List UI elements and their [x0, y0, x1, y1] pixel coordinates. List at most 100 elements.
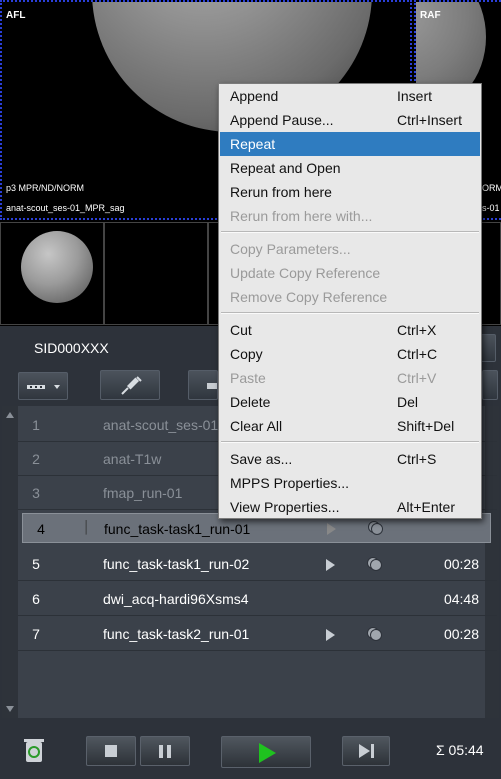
series-stack-icon	[368, 521, 383, 535]
cursor-icon: │	[83, 520, 91, 534]
menu-item-repeat-and-open[interactable]: Repeat and Open	[220, 156, 480, 180]
menu-item-shortcut: Ctrl+S	[397, 451, 437, 467]
pause-icon-bar	[167, 745, 171, 758]
menu-item-label: MPPS Properties...	[230, 475, 350, 491]
menu-item-paste[interactable]: Paste Ctrl+V	[220, 366, 480, 390]
thumbnail-1[interactable]	[0, 222, 104, 325]
pause-button[interactable]	[140, 736, 190, 766]
context-menu: Append Insert Append Pause... Ctrl+Insert …	[218, 83, 482, 519]
menu-item-label: Paste	[230, 370, 266, 386]
menu-item-append-pause[interactable]: Append Pause... Ctrl+Insert	[220, 108, 480, 132]
menu-item-shortcut: Ctrl+V	[397, 370, 437, 386]
play-icon[interactable]	[327, 523, 336, 535]
thumbnail-2[interactable]	[104, 222, 208, 325]
menu-item-mpps-properties[interactable]: MPPS Properties...	[220, 471, 480, 495]
play-icon	[259, 743, 276, 763]
menu-item-cut[interactable]: Cut Ctrl+X	[220, 318, 480, 342]
stop-icon	[105, 745, 117, 757]
menu-item-repeat[interactable]: Repeat	[220, 132, 480, 156]
menu-item-label: Append	[230, 88, 279, 104]
pause-icon	[159, 745, 163, 758]
menu-item-shortcut: Ctrl+X	[397, 322, 437, 338]
menu-item-save-as[interactable]: Save as... Ctrl+S	[220, 447, 480, 471]
menu-item-clear-all[interactable]: Clear All Shift+Del	[220, 414, 480, 438]
skip-next-icon	[359, 744, 370, 758]
stop-button[interactable]	[86, 736, 136, 766]
menu-item-label: Update Copy Reference	[230, 265, 381, 281]
series-stack-icon	[367, 557, 382, 571]
menu-item-append[interactable]: Append Insert	[220, 84, 480, 108]
panel-options-button[interactable]	[480, 334, 496, 362]
toolbar-extra-button[interactable]	[482, 370, 498, 400]
protocol-duration: 00:28	[443, 626, 479, 642]
menu-item-shortcut: Del	[397, 394, 419, 410]
menu-item-label: Cut	[230, 322, 252, 338]
series-name: anat-scout_ses-01_MPR_sag	[6, 203, 125, 213]
skip-next-button[interactable]	[342, 736, 390, 766]
scroll-up-icon[interactable]	[6, 412, 14, 418]
menu-item-label: Copy	[230, 346, 263, 362]
series-name: s-01	[482, 203, 500, 213]
menu-item-copy-parameters[interactable]: Copy Parameters...	[220, 237, 480, 261]
row-number: 7	[32, 626, 40, 642]
skip-next-bar	[371, 744, 374, 758]
menu-item-label: Delete	[230, 394, 271, 410]
protocol-name: dwi_acq-hardi96Xsms4	[103, 591, 249, 607]
queue-row[interactable]: 7 func_task-task2_run-01 00:28	[18, 617, 497, 651]
menu-item-label: Copy Parameters...	[230, 241, 351, 257]
total-duration: Σ 05:44	[436, 742, 484, 758]
row-number: 5	[32, 556, 40, 572]
protocol-name: func_task-task1_run-01	[104, 521, 251, 537]
menu-item-remove-copy-reference[interactable]: Remove Copy Reference	[220, 285, 480, 309]
subject-id: SID000XXX	[34, 340, 109, 356]
menu-item-label: Rerun from here with...	[230, 208, 373, 224]
injector-button[interactable]	[100, 370, 160, 400]
menu-item-label: View Properties...	[230, 499, 340, 515]
menu-item-label: Repeat and Open	[230, 160, 341, 176]
table-tool-button[interactable]	[188, 370, 218, 400]
menu-separator	[221, 312, 479, 314]
row-number: 1	[32, 417, 40, 433]
protocol-name: anat-T1w	[103, 451, 162, 467]
vertical-scrollbar[interactable]	[2, 406, 18, 718]
queue-row[interactable]: 6 dwi_acq-hardi96Xsms4 04:48	[18, 582, 497, 616]
row-number: 4	[37, 521, 45, 537]
menu-item-update-copy-reference[interactable]: Update Copy Reference	[220, 261, 480, 285]
queue-row[interactable]: 5 func_task-task1_run-02 00:28	[18, 547, 497, 581]
play-icon[interactable]	[326, 559, 335, 571]
orientation-label: AFL	[6, 10, 26, 21]
menu-item-view-properties[interactable]: View Properties... Alt+Enter	[220, 495, 480, 519]
menu-separator	[221, 231, 479, 233]
series-stack-icon	[367, 627, 382, 641]
menu-item-shortcut: Ctrl+Insert	[397, 112, 462, 128]
protocol-info: ORM	[482, 183, 501, 193]
view-mode-dropdown[interactable]	[18, 372, 68, 400]
menu-item-label: Remove Copy Reference	[230, 289, 388, 305]
row-number: 3	[32, 485, 40, 501]
menu-item-copy[interactable]: Copy Ctrl+C	[220, 342, 480, 366]
protocol-name: fmap_run-01	[103, 485, 183, 501]
printer-icon	[207, 383, 217, 389]
menu-item-label: Rerun from here	[230, 184, 332, 200]
play-icon[interactable]	[326, 629, 335, 641]
phantom-thumbnail	[21, 231, 93, 303]
protocol-duration: 04:48	[443, 591, 479, 607]
menu-item-shortcut: Ctrl+C	[397, 346, 438, 362]
protocol-name: anat-scout_ses-01	[103, 417, 219, 433]
menu-item-label: Clear All	[230, 418, 283, 434]
protocol-name: func_task-task1_run-02	[103, 556, 250, 572]
protocol-info: p3 MPR/ND/NORM	[6, 183, 85, 193]
menu-item-rerun-from-here[interactable]: Rerun from here	[220, 180, 480, 204]
scroll-down-icon[interactable]	[6, 706, 14, 712]
menu-item-label: Repeat	[230, 136, 276, 152]
protocol-duration: 00:28	[443, 556, 479, 572]
trash-icon[interactable]	[22, 736, 46, 764]
menu-item-rerun-from-here-with[interactable]: Rerun from here with...	[220, 204, 480, 228]
menu-item-shortcut: Shift+Del	[397, 418, 455, 434]
menu-item-label: Append Pause...	[230, 112, 334, 128]
menu-item-delete[interactable]: Delete Del	[220, 390, 480, 414]
protocol-name: func_task-task2_run-01	[103, 626, 250, 642]
menu-item-shortcut: Alt+Enter	[397, 499, 455, 515]
start-button[interactable]	[221, 736, 311, 768]
menu-item-label: Save as...	[230, 451, 293, 467]
